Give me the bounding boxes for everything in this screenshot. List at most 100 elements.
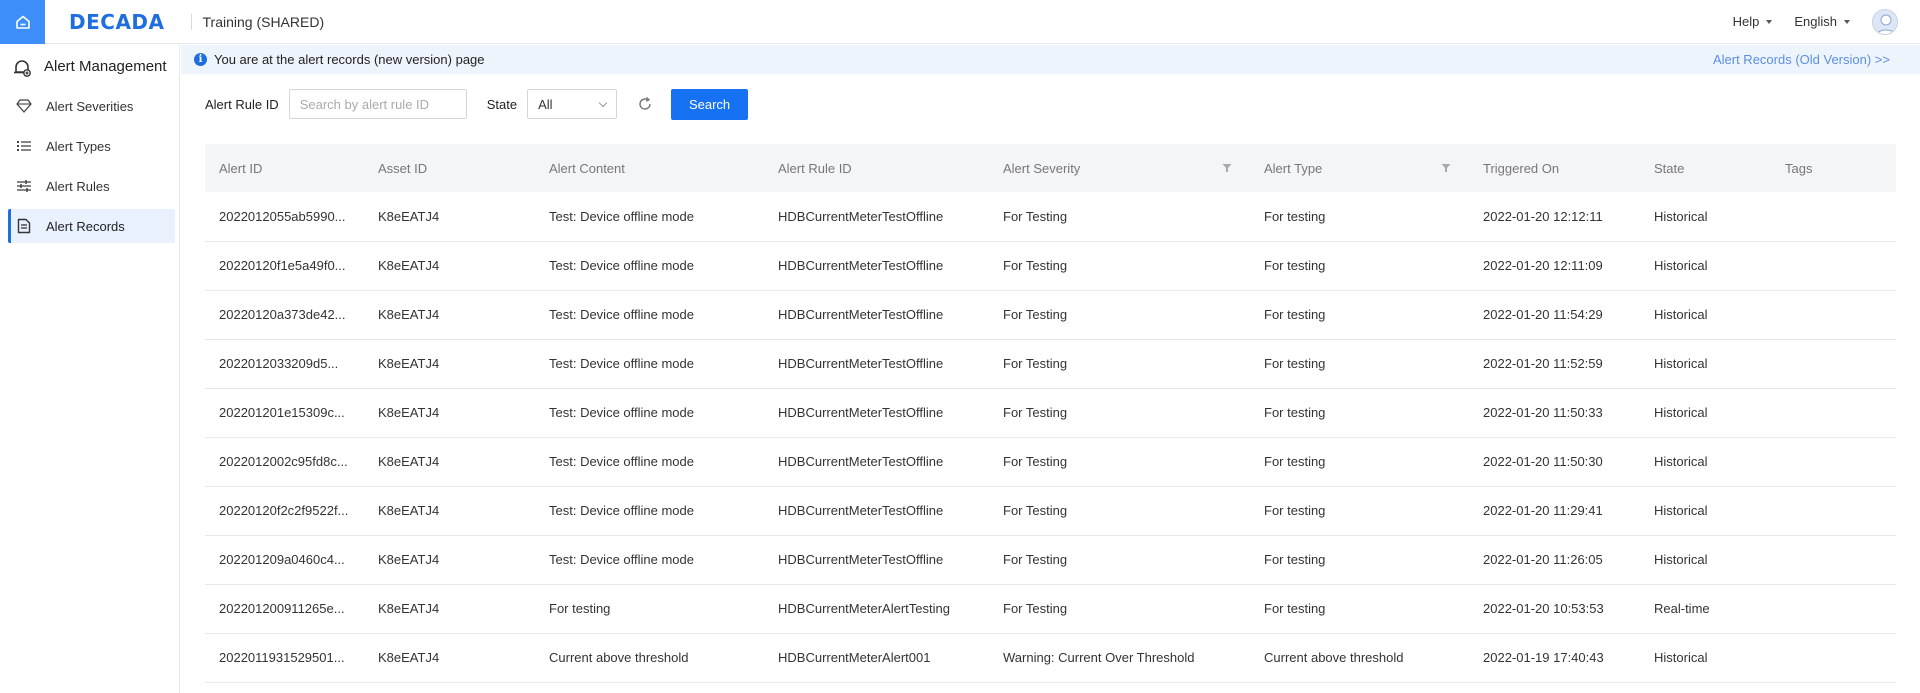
alert-id-cell: 20220120f1e5a49f0... <box>205 241 364 291</box>
tags-cell <box>1771 584 1896 634</box>
language-label: English <box>1794 14 1837 29</box>
table-body: 2022012055ab5990... K8eEATJ4 Test: Device … <box>205 192 1896 683</box>
header-divider <box>190 13 192 30</box>
filter-icon[interactable] <box>1222 163 1232 173</box>
alert-severity-cell: For Testing <box>989 388 1250 438</box>
alert-rule-id-cell: HDBCurrentMeterTestOffline <box>764 388 989 438</box>
asset-id-cell: K8eEATJ4 <box>364 339 535 389</box>
alert-rule-id-cell: HDBCurrentMeterTestOffline <box>764 290 989 340</box>
alert-content-cell: Test: Device offline mode <box>535 339 764 389</box>
search-button[interactable]: Search <box>671 88 749 120</box>
column-header-label: Alert Type <box>1264 160 1323 176</box>
table-row[interactable]: 20220120a373de42... K8eEATJ4 Test: Device … <box>205 290 1896 340</box>
info-icon: i <box>194 53 207 66</box>
caret-down-icon <box>1844 19 1850 24</box>
asset-id-cell: K8eEATJ4 <box>364 486 535 536</box>
asset-id-cell: K8eEATJ4 <box>364 290 535 340</box>
tags-cell <box>1771 192 1896 242</box>
sidebar-title: Alert Management <box>44 58 167 75</box>
alert-type-cell: For testing <box>1250 584 1469 634</box>
alert-rule-id-label: Alert Rule ID <box>205 96 279 112</box>
help-label: Help <box>1732 14 1760 29</box>
column-header-asset-id: Asset ID <box>364 144 535 192</box>
tags-cell <box>1771 437 1896 487</box>
alert-rule-id-cell: HDBCurrentMeterTestOffline <box>764 192 989 242</box>
state-select[interactable]: All <box>527 89 618 119</box>
column-header-alert-rule-id: Alert Rule ID <box>764 144 989 192</box>
home-icon <box>15 15 30 29</box>
decada-logo[interactable]: DECADA <box>69 10 165 34</box>
alert-records-table: Alert ID Asset ID Alert Content Alert Ru… <box>205 144 1896 683</box>
alert-management-icon <box>14 59 31 77</box>
alert-content-cell: Test: Device offline mode <box>535 192 764 242</box>
table-header-row: Alert ID Asset ID Alert Content Alert Ru… <box>205 144 1896 192</box>
table-row[interactable]: 20220120f1e5a49f0... K8eEATJ4 Test: Device… <box>205 241 1896 291</box>
tags-cell <box>1771 486 1896 536</box>
chevron-down-icon <box>598 98 608 107</box>
alert-severity-cell: Warning: Current Over Threshold <box>989 633 1250 683</box>
alert-severity-cell: For Testing <box>989 290 1250 340</box>
alert-id-cell: 202201209a0460c4... <box>205 535 364 585</box>
sidebar-item-alert-records[interactable]: Alert Records <box>8 209 175 243</box>
state-label: State <box>486 96 518 112</box>
state-select-value: All <box>538 96 553 112</box>
alert-severity-cell: For Testing <box>989 192 1250 242</box>
filter-icon[interactable] <box>1441 163 1451 173</box>
sidebar-item-alert-severities[interactable]: Alert Severities <box>8 89 175 123</box>
home-button[interactable] <box>0 0 45 44</box>
alert-id-cell: 20220120a373de42... <box>205 290 364 340</box>
avatar[interactable] <box>1872 8 1898 35</box>
column-header-state: State <box>1640 144 1771 192</box>
tags-cell <box>1771 535 1896 585</box>
asset-id-cell: K8eEATJ4 <box>364 388 535 438</box>
old-version-link[interactable]: Alert Records (Old Version) >> <box>1713 52 1890 67</box>
main-content: i You are at the alert records (new vers… <box>181 44 1920 693</box>
triggered-on-cell: 2022-01-19 17:40:43 <box>1469 633 1640 683</box>
alert-content-cell: Test: Device offline mode <box>535 486 764 536</box>
alert-type-cell: Current above threshold <box>1250 633 1469 683</box>
tags-cell <box>1771 290 1896 340</box>
notice-text: You are at the alert records (new versio… <box>214 52 485 67</box>
alert-rule-id-cell: HDBCurrentMeterTestOffline <box>764 486 989 536</box>
notice-bar: i You are at the alert records (new vers… <box>181 45 1920 74</box>
sidebar: Alert Management Alert Severities Alert … <box>0 44 180 693</box>
refresh-button[interactable] <box>635 94 655 114</box>
asset-id-cell: K8eEATJ4 <box>364 437 535 487</box>
table-row[interactable]: 202201209a0460c4... K8eEATJ4 Test: Device … <box>205 535 1896 585</box>
asset-id-cell: K8eEATJ4 <box>364 192 535 242</box>
tags-cell <box>1771 388 1896 438</box>
table-row[interactable]: 2022012055ab5990... K8eEATJ4 Test: Device … <box>205 192 1896 242</box>
user-icon <box>1876 14 1896 34</box>
table-row[interactable]: 2022012033209d5... K8eEATJ4 Test: Device o… <box>205 339 1896 389</box>
alert-rule-id-cell: HDBCurrentMeterTestOffline <box>764 437 989 487</box>
alert-severity-cell: For Testing <box>989 241 1250 291</box>
sidebar-item-label: Alert Severities <box>46 98 134 114</box>
asset-id-cell: K8eEATJ4 <box>364 241 535 291</box>
state-cell: Historical <box>1640 535 1771 585</box>
help-menu[interactable]: Help <box>1733 14 1773 29</box>
list-icon <box>17 141 31 151</box>
state-cell: Historical <box>1640 339 1771 389</box>
language-menu[interactable]: English <box>1794 14 1850 29</box>
sliders-icon <box>17 180 31 192</box>
sidebar-item-alert-rules[interactable]: Alert Rules <box>8 169 175 203</box>
alert-id-cell: 2022012033209d5... <box>205 339 364 389</box>
alert-type-cell: For testing <box>1250 535 1469 585</box>
table-row[interactable]: 2022012002c95fd8c... K8eEATJ4 Test: Device… <box>205 437 1896 487</box>
alert-severity-cell: For Testing <box>989 339 1250 389</box>
sidebar-item-alert-types[interactable]: Alert Types <box>8 129 175 163</box>
state-cell: Historical <box>1640 290 1771 340</box>
alert-rule-id-cell: HDBCurrentMeterAlert001 <box>764 633 989 683</box>
alert-content-cell: Test: Device offline mode <box>535 290 764 340</box>
alert-rule-id-input[interactable] <box>288 89 467 119</box>
refresh-icon <box>639 96 651 110</box>
state-cell: Real-time <box>1640 584 1771 634</box>
column-header-alert-id: Alert ID <box>205 144 364 192</box>
table-row[interactable]: 202201201e15309c... K8eEATJ4 Test: Device … <box>205 388 1896 438</box>
alert-content-cell: Current above threshold <box>535 633 764 683</box>
triggered-on-cell: 2022-01-20 11:26:05 <box>1469 535 1640 585</box>
column-header-alert-type: Alert Type <box>1250 144 1469 192</box>
table-row[interactable]: 2022011931529501... K8eEATJ4 Current above… <box>205 633 1896 683</box>
table-row[interactable]: 202201200911265e... K8eEATJ4 For testing HD… <box>205 584 1896 634</box>
table-row[interactable]: 20220120f2c2f9522f... K8eEATJ4 Test: Devic… <box>205 486 1896 536</box>
